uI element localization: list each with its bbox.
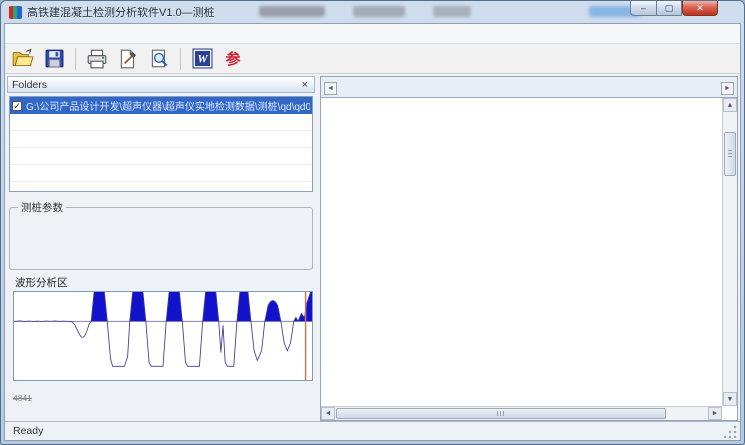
thumb-grip <box>728 150 732 158</box>
horizontal-scrollbar[interactable]: ◄ ► <box>321 406 722 420</box>
status-bar: Ready <box>5 421 740 440</box>
redacted-blur <box>353 6 405 17</box>
app-window: 高铁建混凝土检测分析软件V1.0—测桩 – ▢ ✕ <box>0 0 745 445</box>
folder-list-item[interactable]: ✓ G:\公司产品设计开发\超声仪器\超声仪实地检测数据\测桩\qd\qd03\… <box>10 97 312 114</box>
folders-panel: Folders × ✓ G:\公司产品设计开发\超声仪器\超声仪实地检测数据\测… <box>7 76 315 421</box>
tab-strip: ◄ ► <box>321 77 737 98</box>
vertical-scrollbar[interactable]: ▲ ▼ <box>722 98 737 406</box>
folder-list-empty-row <box>10 114 312 131</box>
tab-scroll-left-icon[interactable]: ◄ <box>324 82 337 95</box>
folder-list-empty-row <box>10 165 312 182</box>
waveform-section-label: 波形分析区 <box>15 275 315 290</box>
folders-panel-header: Folders × <box>7 76 315 93</box>
print-button[interactable] <box>85 47 109 71</box>
title-bar[interactable]: 高铁建混凝土检测分析软件V1.0—测桩 – ▢ ✕ <box>1 1 744 23</box>
param-char-icon: 参 <box>225 48 240 69</box>
clipped-bottom-label: 4841 <box>13 393 315 401</box>
menu-bar <box>5 24 740 44</box>
panel-close-icon[interactable]: × <box>300 80 310 90</box>
window-title: 高铁建混凝土检测分析软件V1.0—测桩 <box>27 4 215 20</box>
folder-path-label: G:\公司产品设计开发\超声仪器\超声仪实地检测数据\测桩\qd\qd03\qd… <box>26 98 310 113</box>
scroll-left-icon[interactable]: ◄ <box>321 407 335 420</box>
toolbar-separator <box>75 48 76 70</box>
redacted-blur <box>433 6 471 17</box>
folder-list[interactable]: ✓ G:\公司产品设计开发\超声仪器\超声仪实地检测数据\测桩\qd\qd03\… <box>9 96 313 192</box>
horizontal-scroll-thumb[interactable] <box>336 408 666 419</box>
folders-panel-title: Folders <box>12 79 47 91</box>
pile-params-group: 测桩参数 <box>9 200 313 270</box>
thumb-grip <box>497 411 506 416</box>
export-word-button[interactable]: W <box>190 47 214 71</box>
print-setup-button[interactable] <box>116 47 140 71</box>
data-panel: ◄ ► ▲ ▼ <box>320 76 738 421</box>
toolbar: W 参 <box>5 44 740 74</box>
window-controls: – ▢ ✕ <box>630 1 718 16</box>
checkbox-checked-icon[interactable]: ✓ <box>12 101 22 111</box>
folder-list-empty-row <box>10 148 312 165</box>
toolbar-separator <box>180 48 181 70</box>
tab-scroll-right-icon[interactable]: ► <box>721 82 734 95</box>
scroll-right-icon[interactable]: ► <box>708 407 722 420</box>
page-tool-icon <box>117 48 139 70</box>
main-content: Folders × ✓ G:\公司产品设计开发\超声仪器\超声仪实地检测数据\测… <box>5 74 740 421</box>
svg-text:W: W <box>197 54 208 66</box>
minimize-button[interactable]: – <box>630 1 656 16</box>
printer-icon <box>86 48 108 70</box>
preview-magnifier-icon <box>148 48 170 70</box>
maximize-button[interactable]: ▢ <box>656 1 682 16</box>
status-ready-label: Ready <box>13 425 721 437</box>
waveform-trace <box>14 292 312 366</box>
vertical-scroll-thumb[interactable] <box>724 132 736 176</box>
waveform-svg <box>14 292 312 380</box>
open-file-button[interactable] <box>11 47 35 71</box>
waveform-fill <box>14 292 312 366</box>
word-icon: W <box>192 48 213 69</box>
parameters-button[interactable]: 参 <box>221 47 245 71</box>
redacted-blur <box>259 6 325 17</box>
save-floppy-icon <box>44 48 65 69</box>
client-area: W 参 Folders × ✓ G:\公司产品设计开发\超声仪器\超声仪实地检测… <box>4 23 741 441</box>
close-button[interactable]: ✕ <box>682 1 718 16</box>
data-table-area <box>321 98 722 406</box>
print-preview-button[interactable] <box>147 47 171 71</box>
app-icon <box>9 6 22 19</box>
scroll-up-icon[interactable]: ▲ <box>723 98 737 112</box>
open-folder-icon <box>12 48 34 70</box>
scroll-down-icon[interactable]: ▼ <box>723 392 737 406</box>
folder-list-empty-row <box>10 131 312 148</box>
waveform-plot[interactable] <box>13 291 313 381</box>
save-button[interactable] <box>42 47 66 71</box>
resize-grip[interactable] <box>724 424 738 438</box>
pile-params-title: 测桩参数 <box>18 200 66 215</box>
